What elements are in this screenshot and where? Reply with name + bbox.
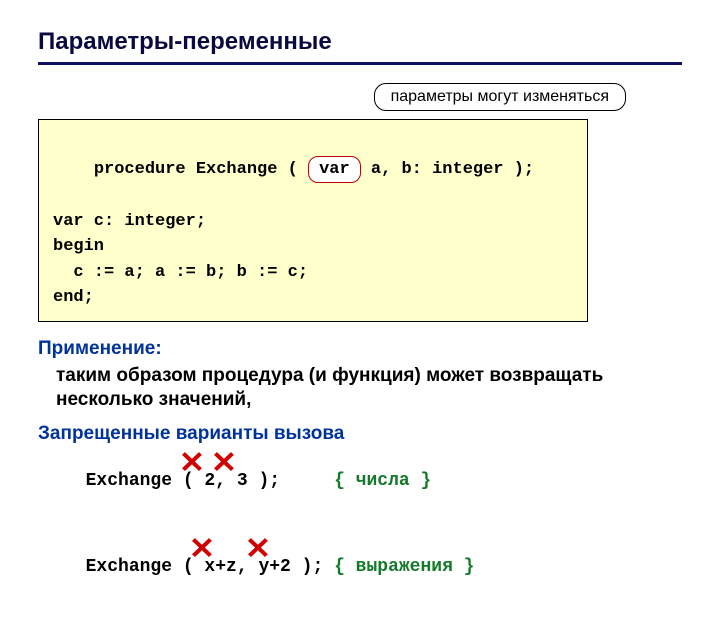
code-line-2: var c: integer;: [53, 209, 573, 235]
code-text: Exchange ( x+z, y+2 );: [86, 557, 334, 577]
forbidden-heading: Запрещенные варианты вызова: [38, 423, 682, 445]
title-block: Параметры-переменные: [38, 28, 682, 65]
forbidden-example-2: Exchange ( x+z, y+2 ); { выражения } ✕ ✕: [64, 537, 682, 617]
var-keyword-pill: var: [308, 156, 361, 184]
title-rule: [38, 62, 682, 65]
application-heading: Применение:: [38, 338, 682, 360]
callout-bubble: параметры могут изменяться: [374, 83, 626, 111]
code-text: a, b: integer );: [361, 160, 534, 179]
page-title: Параметры-переменные: [38, 28, 682, 62]
code-comment: { числа }: [334, 471, 431, 491]
code-line-4: c := a; a := b; b := c;: [53, 260, 573, 286]
application-text: таким образом процедура (и функция) може…: [56, 364, 616, 413]
code-text: procedure Exchange (: [94, 160, 308, 179]
code-box: procedure Exchange ( var a, b: integer )…: [38, 119, 588, 322]
code-text: Exchange ( 2, 3 );: [86, 471, 334, 491]
forbidden-example-1: Exchange ( 2, 3 ); { числа } ✕ ✕: [64, 451, 682, 531]
code-line-3: begin: [53, 234, 573, 260]
callout-row: параметры могут изменяться: [38, 83, 626, 111]
code-line-5: end;: [53, 285, 573, 311]
code-comment: { выражения }: [334, 557, 474, 577]
code-line-1: procedure Exchange ( var a, b: integer )…: [53, 130, 573, 209]
